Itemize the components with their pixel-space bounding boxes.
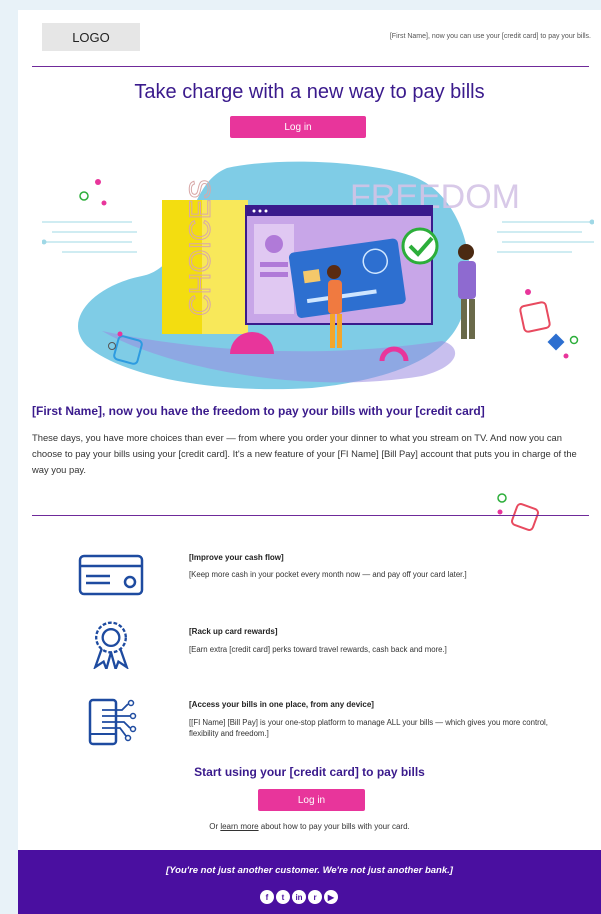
hero-illustration: CHOICES FREEDOM: [42, 161, 594, 390]
intro-subhead: [First Name], now you have the freedom t…: [32, 404, 485, 418]
feature-title: [Improve your cash flow]: [189, 553, 284, 562]
feature-item: [Improve your cash flow] [Keep more cash…: [18, 542, 601, 602]
learn-more-link[interactable]: learn more: [220, 822, 258, 831]
feature-description: [Keep more cash in your pocket every mon…: [189, 570, 467, 579]
cta-title: Start using your [credit card] to pay bi…: [194, 765, 425, 779]
award-ribbon-icon: [93, 621, 129, 669]
twitter-icon[interactable]: t: [276, 890, 290, 904]
linkedin-icon[interactable]: in: [292, 890, 306, 904]
credit-card-icon: [78, 554, 144, 596]
section-divider: [32, 515, 589, 516]
page-title: Take charge with a new way to pay bills: [134, 81, 485, 103]
decorative-shapes: [497, 493, 539, 531]
choices-word: CHOICES: [184, 179, 217, 316]
top-divider: [32, 66, 589, 67]
check-icon: [401, 227, 439, 265]
mobile-device-icon: [88, 698, 137, 746]
feature-description: [[FI Name] [Bill Pay] is your one-stop p…: [189, 718, 548, 738]
feature-title: [Rack up card rewards]: [189, 627, 278, 636]
feature-title: [Access your bills in one place, from an…: [189, 700, 374, 709]
email-card: LOGO [First Name], now you can use your …: [18, 10, 601, 914]
footer: [You're not just another customer. We're…: [18, 850, 601, 914]
feature-item: [Rack up card rewards] [Earn extra [cred…: [18, 613, 601, 673]
facebook-icon[interactable]: f: [260, 890, 274, 904]
logo[interactable]: LOGO: [42, 23, 140, 51]
cta-login-button[interactable]: Log in: [258, 789, 365, 811]
learn-more-text: Or learn more about how to pay your bill…: [18, 822, 601, 831]
learn-prefix: Or: [209, 822, 221, 831]
feature-item: [Access your bills in one place, from an…: [18, 686, 601, 746]
feature-description: [Earn extra [credit card] perks toward t…: [189, 645, 447, 654]
social-links: f t in r ▶: [260, 890, 338, 904]
learn-suffix: about how to pay your bills with your ca…: [258, 822, 410, 831]
youtube-icon[interactable]: ▶: [324, 890, 338, 904]
email-header: LOGO [First Name], now you can use your …: [18, 10, 601, 66]
footer-tagline: [You're not just another customer. We're…: [166, 865, 453, 876]
rss-icon[interactable]: r: [308, 890, 322, 904]
preheader-text: [First Name], now you can use your [cred…: [389, 33, 591, 40]
hero-login-button[interactable]: Log in: [230, 116, 366, 138]
intro-body: These days, you have more choices than e…: [32, 432, 577, 475]
